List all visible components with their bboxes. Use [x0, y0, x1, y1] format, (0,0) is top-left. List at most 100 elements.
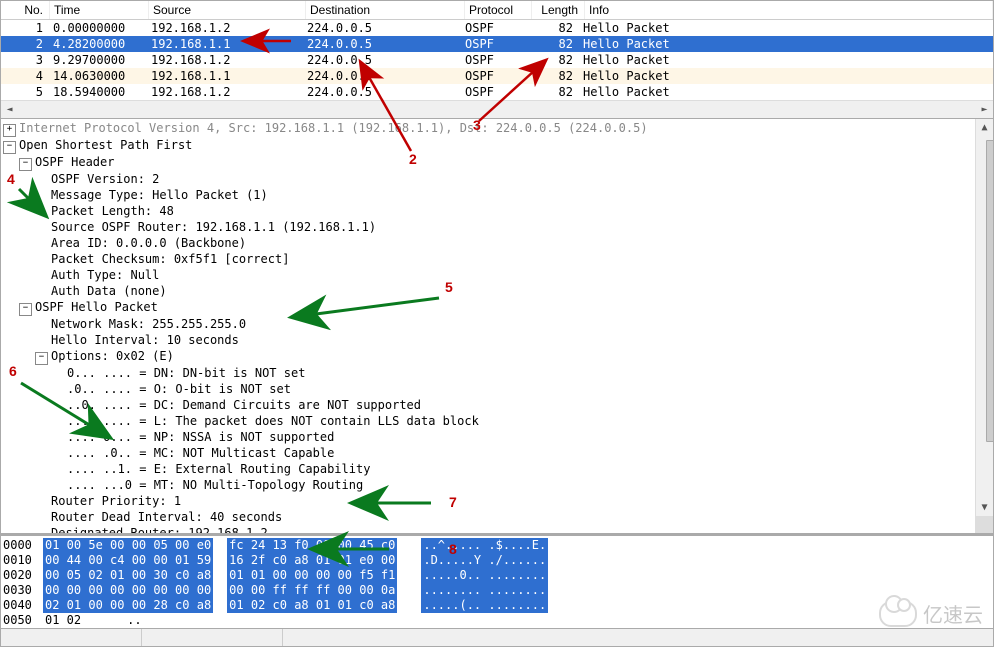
hscrollbar[interactable]: ◄ ►: [1, 100, 993, 118]
vscroll-thumb[interactable]: [986, 140, 994, 442]
status-bar: [1, 628, 993, 646]
ospf-checksum[interactable]: Packet Checksum: 0xf5f1 [correct]: [3, 251, 993, 267]
packet-row[interactable]: 414.0630000192.168.1.1224.0.0.5OSPF82Hel…: [1, 68, 993, 84]
cell: Hello Packet: [579, 36, 993, 52]
hello-mask[interactable]: Network Mask: 255.255.255.0: [3, 316, 993, 332]
cell: 192.168.1.2: [147, 52, 303, 68]
ospf-authtype[interactable]: Auth Type: Null: [3, 267, 993, 283]
opt-mt[interactable]: .... ...0 = MT: NO Multi-Topology Routin…: [3, 477, 993, 493]
packet-list-header: No. Time Source Destination Protocol Len…: [1, 1, 993, 20]
cell: 4: [1, 68, 49, 84]
cell: 192.168.1.2: [147, 84, 303, 100]
opt-dn[interactable]: 0... .... = DN: DN-bit is NOT set: [3, 365, 993, 381]
cloud-icon: [879, 601, 917, 627]
opt-np[interactable]: .... 0... = NP: NSSA is NOT supported: [3, 429, 993, 445]
col-header-length[interactable]: Length: [532, 1, 585, 19]
cell: 192.168.1.2: [147, 20, 303, 36]
cell: OSPF: [461, 20, 527, 36]
hex-ascii: .....(.. ........: [421, 598, 548, 613]
status-cell: [142, 629, 283, 646]
cell: 224.0.0.5: [303, 20, 461, 36]
ospf-hello-line[interactable]: −OSPF Hello Packet: [3, 299, 993, 316]
opt-o[interactable]: .0.. .... = O: O-bit is NOT set: [3, 381, 993, 397]
hex-bytes: 00 05 02 01 00 30 c0 a8: [43, 568, 213, 583]
packet-row[interactable]: 518.5940000192.168.1.2224.0.0.5OSPF82Hel…: [1, 84, 993, 100]
cell: 82: [527, 36, 579, 52]
hex-line[interactable]: 004002 01 00 00 00 28 c0 a801 02 c0 a8 0…: [3, 598, 993, 613]
cell: OSPF: [461, 36, 527, 52]
hex-line[interactable]: 005001 02..: [3, 613, 993, 628]
hello-dr[interactable]: Designated Router: 192.168.1.2: [3, 525, 993, 534]
col-header-source[interactable]: Source: [149, 1, 306, 19]
status-cell: [1, 629, 142, 646]
hex-bytes: 00 44 00 c4 00 00 01 59: [43, 553, 213, 568]
hex-line[interactable]: 000001 00 5e 00 00 05 00 e0fc 24 13 f0 0…: [3, 538, 993, 553]
cell: 224.0.0.5: [303, 68, 461, 84]
collapse-icon[interactable]: −: [19, 303, 32, 316]
cell: 2: [1, 36, 49, 52]
packet-row[interactable]: 10.00000000192.168.1.2224.0.0.5OSPF82Hel…: [1, 20, 993, 36]
scroll-left-icon[interactable]: ◄: [1, 101, 18, 118]
opt-l[interactable]: ...0 .... = L: The packet does NOT conta…: [3, 413, 993, 429]
ospf-version[interactable]: OSPF Version: 2: [3, 171, 993, 187]
collapse-icon[interactable]: −: [35, 352, 48, 365]
hello-priority[interactable]: Router Priority: 1: [3, 493, 993, 509]
packet-row[interactable]: 39.29700000192.168.1.2224.0.0.5OSPF82Hel…: [1, 52, 993, 68]
ospf-header-line[interactable]: −OSPF Header: [3, 154, 993, 171]
cell: OSPF: [461, 52, 527, 68]
cell: OSPF: [461, 68, 527, 84]
cell: 4.28200000: [49, 36, 147, 52]
hex-line[interactable]: 001000 44 00 c4 00 00 01 59 16 2f c0 a8 0…: [3, 553, 993, 568]
col-header-info[interactable]: Info: [585, 1, 993, 19]
hex-ascii: .....0.. ........: [421, 568, 548, 583]
scroll-up-icon[interactable]: ▲: [976, 119, 993, 136]
opt-e[interactable]: .... ..1. = E: External Routing Capabili…: [3, 461, 993, 477]
hex-line[interactable]: 003000 00 00 00 00 00 00 0000 00 ff ff f…: [3, 583, 993, 598]
packet-details-pane[interactable]: +Internet Protocol Version 4, Src: 192.1…: [1, 119, 993, 534]
hex-bytes: 01 00 5e 00 00 05 00 e0: [43, 538, 213, 553]
hello-dead[interactable]: Router Dead Interval: 40 seconds: [3, 509, 993, 525]
ospf-layer-line[interactable]: −Open Shortest Path First: [3, 137, 993, 154]
collapse-icon[interactable]: −: [19, 158, 32, 171]
details-vscrollbar[interactable]: ▲ ▼: [975, 119, 993, 533]
cell: 5: [1, 84, 49, 100]
ip-layer-line[interactable]: +Internet Protocol Version 4, Src: 192.1…: [3, 120, 993, 137]
packet-row[interactable]: 24.28200000192.168.1.1224.0.0.5OSPF82Hel…: [1, 36, 993, 52]
cell: 82: [527, 20, 579, 36]
hex-ascii: .D.....Y ./......: [421, 553, 548, 568]
ospf-msgtype[interactable]: Message Type: Hello Packet (1): [3, 187, 993, 203]
cell: OSPF: [461, 84, 527, 100]
hex-line[interactable]: 002000 05 02 01 00 30 c0 a801 01 00 00 0…: [3, 568, 993, 583]
watermark-text: 亿速云: [923, 599, 983, 628]
hex-bytes: 00 00 ff ff ff 00 00 0a: [227, 583, 397, 598]
hex-bytes: 01 02 c0 a8 01 01 c0 a8: [227, 598, 397, 613]
cell: 82: [527, 52, 579, 68]
opt-dc[interactable]: ..0. .... = DC: Demand Circuits are NOT …: [3, 397, 993, 413]
packet-list-body[interactable]: 10.00000000192.168.1.2224.0.0.5OSPF82Hel…: [1, 20, 993, 100]
scroll-down-icon[interactable]: ▼: [976, 499, 993, 516]
col-header-dest[interactable]: Destination: [306, 1, 465, 19]
cell: 82: [527, 68, 579, 84]
scroll-right-icon[interactable]: ►: [976, 101, 993, 118]
expand-icon[interactable]: +: [3, 124, 16, 137]
hex-offset: 0010: [3, 553, 43, 568]
ospf-authdata[interactable]: Auth Data (none): [3, 283, 993, 299]
hex-bytes: 01 02: [43, 613, 83, 628]
hello-interval[interactable]: Hello Interval: 10 seconds: [3, 332, 993, 348]
col-header-protocol[interactable]: Protocol: [465, 1, 532, 19]
ospf-area[interactable]: Area ID: 0.0.0.0 (Backbone): [3, 235, 993, 251]
hello-options[interactable]: −Options: 0x02 (E): [3, 348, 993, 365]
col-header-no[interactable]: No.: [1, 1, 50, 19]
hex-bytes: fc 24 13 f0 08 00 45 c0: [227, 538, 397, 553]
col-header-time[interactable]: Time: [50, 1, 149, 19]
hex-bytes: 16 2f c0 a8 01 01 e0 00: [227, 553, 397, 568]
ospf-pktlen[interactable]: Packet Length: 48: [3, 203, 993, 219]
collapse-icon[interactable]: −: [3, 141, 16, 154]
hex-dump-pane[interactable]: 000001 00 5e 00 00 05 00 e0fc 24 13 f0 0…: [1, 534, 993, 628]
opt-mc[interactable]: .... .0.. = MC: NOT Multicast Capable: [3, 445, 993, 461]
hex-offset: 0040: [3, 598, 43, 613]
cell: 192.168.1.1: [147, 68, 303, 84]
cell: Hello Packet: [579, 68, 993, 84]
ospf-src-router[interactable]: Source OSPF Router: 192.168.1.1 (192.168…: [3, 219, 993, 235]
cell: 224.0.0.5: [303, 84, 461, 100]
